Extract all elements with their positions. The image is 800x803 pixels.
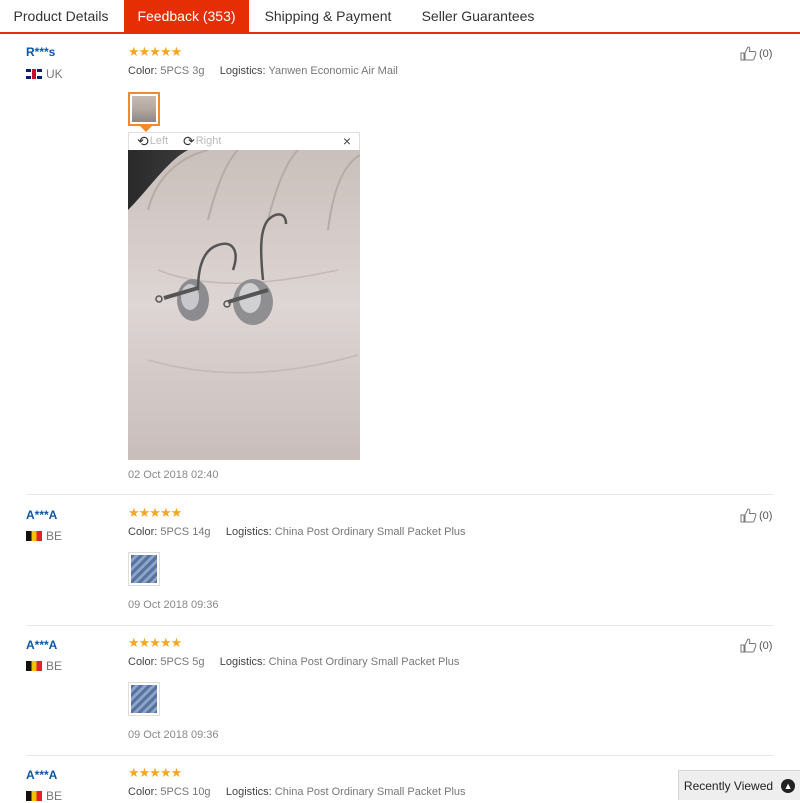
star-rating: ★★★★★ (128, 505, 182, 520)
review-photo-thumbnail[interactable] (128, 92, 160, 126)
tab-feedback[interactable]: Feedback (353) (124, 0, 249, 32)
reviewer-name[interactable]: A***A (26, 508, 57, 522)
star-rating: ★★★★★ (128, 635, 182, 650)
country-code: BE (46, 529, 63, 543)
logistics-label: Logistics: (225, 786, 272, 798)
helpful-button[interactable]: (0) (740, 46, 772, 61)
color-label: Color: (128, 656, 158, 668)
logistics-value: China Post Ordinary Small Packet Plus (274, 786, 466, 798)
color-value: 5PCS 3g (160, 65, 205, 77)
review-attributes: Color: 5PCS 10g Logistics: China Post Or… (128, 786, 466, 798)
review-date: 09 Oct 2018 09:36 (128, 599, 219, 611)
logistics-value: Yanwen Economic Air Mail (268, 65, 398, 77)
helpful-count: (0) (759, 509, 773, 522)
logistics-label: Logistics: (219, 656, 266, 668)
reviewer-country: BE (26, 529, 62, 543)
thumbs-up-icon (740, 508, 757, 523)
helpful-button[interactable]: (0) (740, 508, 772, 523)
thumbs-up-icon (740, 638, 757, 653)
review-divider (26, 494, 774, 495)
color-value: 5PCS 14g (160, 526, 211, 538)
star-rating: ★★★★★ (128, 765, 182, 780)
helpful-button[interactable]: (0) (740, 638, 772, 653)
color-label: Color: (128, 65, 158, 77)
color-value: 5PCS 10g (160, 786, 211, 798)
review-date: 09 Oct 2018 09:36 (128, 729, 219, 741)
logistics-value: China Post Ordinary Small Packet Plus (268, 656, 460, 668)
review-attributes: Color: 5PCS 5g Logistics: China Post Ord… (128, 656, 459, 668)
chevron-up-icon: ▲ (781, 778, 796, 793)
rotate-left-label: Left (149, 135, 169, 147)
color-label: Color: (128, 786, 158, 798)
star-rating: ★★★★★ (128, 44, 182, 59)
close-icon[interactable]: × (343, 133, 351, 149)
feedback-tab-bar: Product Details Feedback (353) Shipping … (0, 0, 800, 34)
tab-shipping-payment[interactable]: Shipping & Payment (250, 0, 406, 32)
review-divider (26, 755, 774, 756)
reviewer-name[interactable]: R***s (26, 45, 55, 59)
color-label: Color: (128, 526, 158, 538)
review-photo-thumbnail[interactable] (128, 552, 160, 586)
be-flag-icon (26, 531, 42, 541)
review-date: 02 Oct 2018 02:40 (128, 469, 219, 481)
color-value: 5PCS 5g (160, 656, 205, 668)
logistics-value: China Post Ordinary Small Packet Plus (274, 526, 466, 538)
rotate-left-icon: ⟲ (137, 133, 149, 149)
tab-product-details[interactable]: Product Details (0, 0, 122, 32)
reviewer-country: BE (26, 659, 62, 673)
tab-seller-guarantees[interactable]: Seller Guarantees (408, 0, 548, 32)
uk-flag-icon (26, 69, 42, 79)
country-code: BE (46, 659, 63, 673)
country-code: BE (46, 789, 63, 803)
rotate-right-icon: ⟳ (183, 133, 195, 149)
review-photo-thumbnail[interactable] (128, 682, 160, 716)
review-attributes: Color: 5PCS 3g Logistics: Yanwen Economi… (128, 65, 398, 77)
review-divider (26, 625, 774, 626)
reviewer-name[interactable]: A***A (26, 638, 57, 652)
image-viewer-toolbar: ⟲ Left ⟳ Right × (128, 132, 360, 150)
reviewer-country: UK (26, 67, 63, 81)
country-code: UK (46, 67, 63, 81)
recently-viewed-button[interactable]: Recently Viewed ▲ (678, 770, 800, 800)
recently-viewed-label: Recently Viewed (683, 778, 774, 793)
rotate-right-label: Right (195, 135, 222, 147)
logistics-label: Logistics: (219, 65, 266, 77)
rotate-left-button[interactable]: ⟲ Left (137, 134, 168, 148)
helpful-count: (0) (759, 639, 773, 652)
rotate-right-button[interactable]: ⟳ Right (183, 134, 221, 148)
helpful-count: (0) (759, 47, 773, 60)
reviewer-country: BE (26, 789, 62, 803)
thumbs-up-icon (740, 46, 757, 61)
be-flag-icon (26, 661, 42, 671)
logistics-label: Logistics: (225, 526, 272, 538)
review-photo-enlarged (128, 150, 360, 460)
review-attributes: Color: 5PCS 14g Logistics: China Post Or… (128, 526, 466, 538)
reviewer-name[interactable]: A***A (26, 768, 57, 782)
